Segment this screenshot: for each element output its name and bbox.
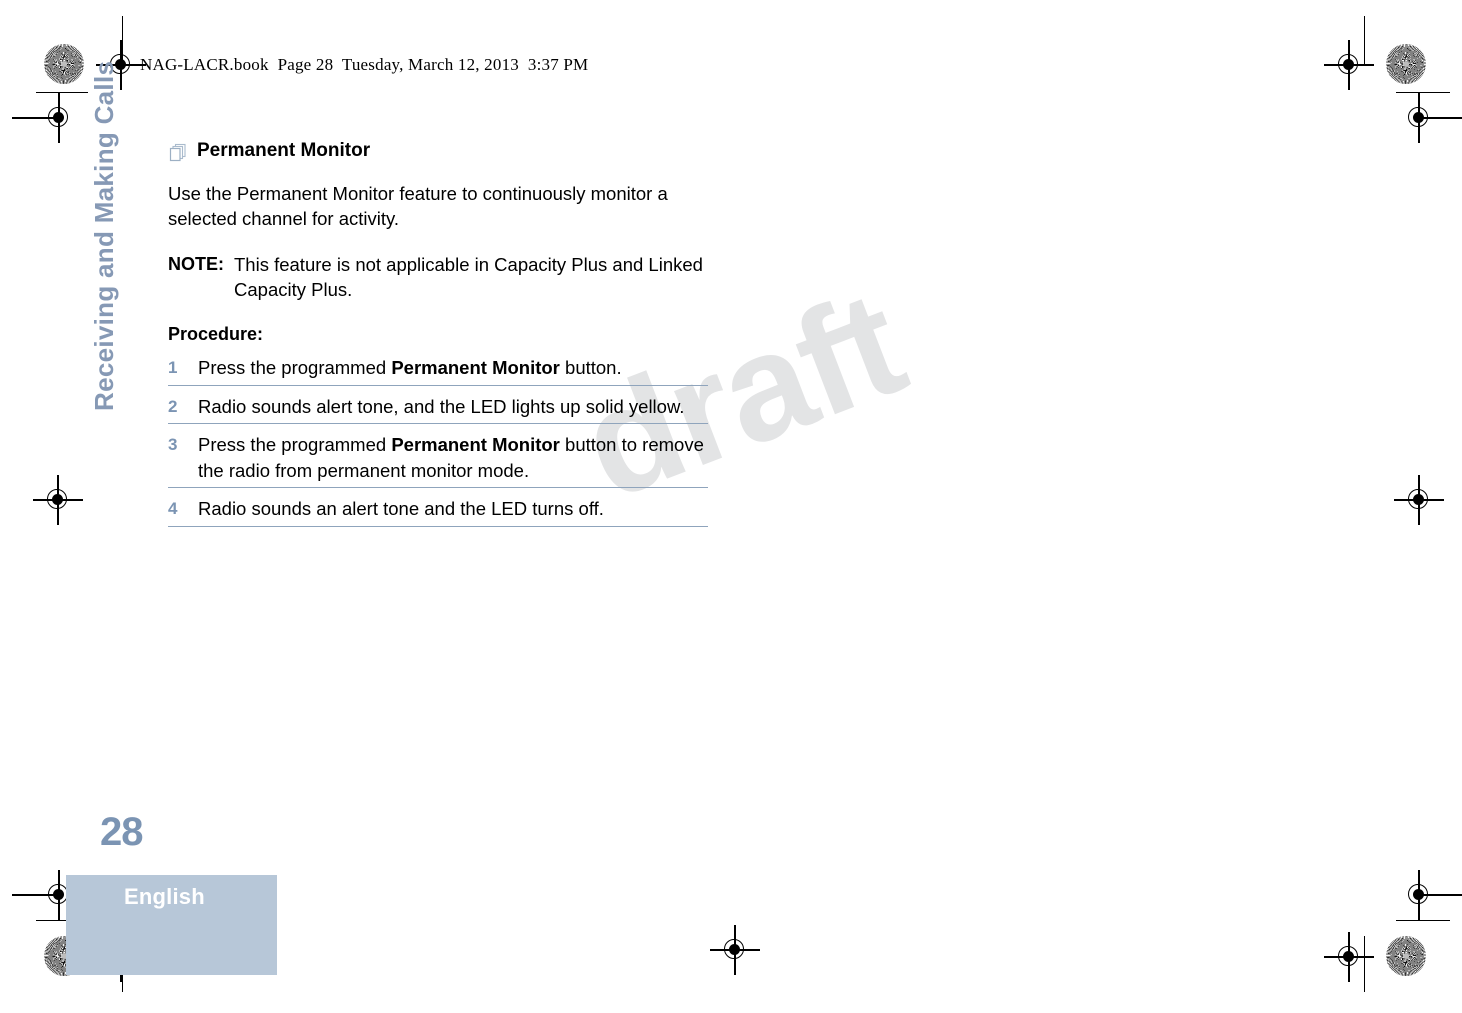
section-heading: Permanent Monitor (168, 140, 708, 168)
registration-target-icon (710, 925, 760, 975)
procedure-step-fragment: Press the programmed (198, 434, 392, 456)
registration-target-icon (1396, 93, 1462, 143)
note-label: NOTE: (168, 254, 224, 275)
procedure-step-number: 2 (168, 396, 178, 416)
trim-mark (1364, 16, 1366, 64)
procedure-step-fragment: Radio sounds an alert tone and the LED t… (198, 498, 604, 520)
chapter-title: Receiving and Making Calls (89, 60, 119, 411)
procedure-step: 4 Radio sounds an alert tone and the LED … (168, 496, 708, 527)
stacked-pages-icon (168, 143, 188, 168)
note-block: NOTE: This feature is not applicable in … (168, 253, 708, 302)
procedure-step-fragment: Press the programmed (198, 357, 392, 379)
procedure-label: Procedure: (168, 324, 264, 345)
trim-mark (122, 16, 124, 64)
section-heading-text: Permanent Monitor (197, 140, 371, 161)
procedure-step-emphasis: Permanent Monitor (391, 357, 560, 379)
trim-mark (1396, 92, 1450, 94)
procedure-step-text: Press the programmed Permanent Monitor b… (198, 355, 708, 381)
print-header-text: NAG-LACR.book Page 28 Tuesday, March 12,… (140, 55, 589, 74)
procedure-step-fragment: Radio sounds alert tone, and the LED lig… (198, 395, 685, 417)
trim-mark (36, 92, 88, 94)
procedure-step-text: Press the programmed Permanent Monitor b… (198, 432, 708, 483)
procedure-step-text: Radio sounds an alert tone and the LED t… (198, 496, 708, 522)
procedure-step-number: 3 (168, 435, 178, 455)
procedure-step: 2 Radio sounds alert tone, and the LED li… (168, 394, 708, 425)
color-rosette-icon (1386, 936, 1426, 976)
registration-target-icon (1396, 870, 1462, 920)
color-rosette-icon (44, 44, 84, 84)
registration-target-icon (1394, 475, 1444, 525)
trim-mark (1396, 920, 1450, 922)
language-label: English (124, 884, 205, 909)
procedure-step-fragment: button. (559, 357, 622, 379)
procedure-steps-list: 1 Press the programmed Permanent Monitor … (168, 355, 708, 527)
section-intro-paragraph: Use the Permanent Monitor feature to con… (168, 183, 668, 229)
trim-mark (1364, 936, 1366, 992)
procedure-step-number: 4 (168, 499, 178, 519)
document-page: NAG-LACR.book Page 28 Tuesday, March 12,… (0, 0, 1462, 1013)
color-rosette-icon (1386, 44, 1426, 84)
procedure-step: 3 Press the programmed Permanent Monitor … (168, 432, 708, 489)
main-content: Permanent Monitor Use the Permanent Moni… (168, 140, 708, 535)
page-number: 28 (100, 810, 143, 854)
procedure-step-text: Radio sounds alert tone, and the LED lig… (198, 394, 708, 420)
registration-target-icon (33, 475, 83, 525)
procedure-step-number: 1 (168, 358, 178, 378)
procedure-step-emphasis: Permanent Monitor (391, 434, 560, 456)
note-text: This feature is not applicable in Capaci… (234, 254, 703, 300)
registration-target-icon (12, 93, 82, 143)
procedure-step: 1 Press the programmed Permanent Monitor … (168, 355, 708, 386)
